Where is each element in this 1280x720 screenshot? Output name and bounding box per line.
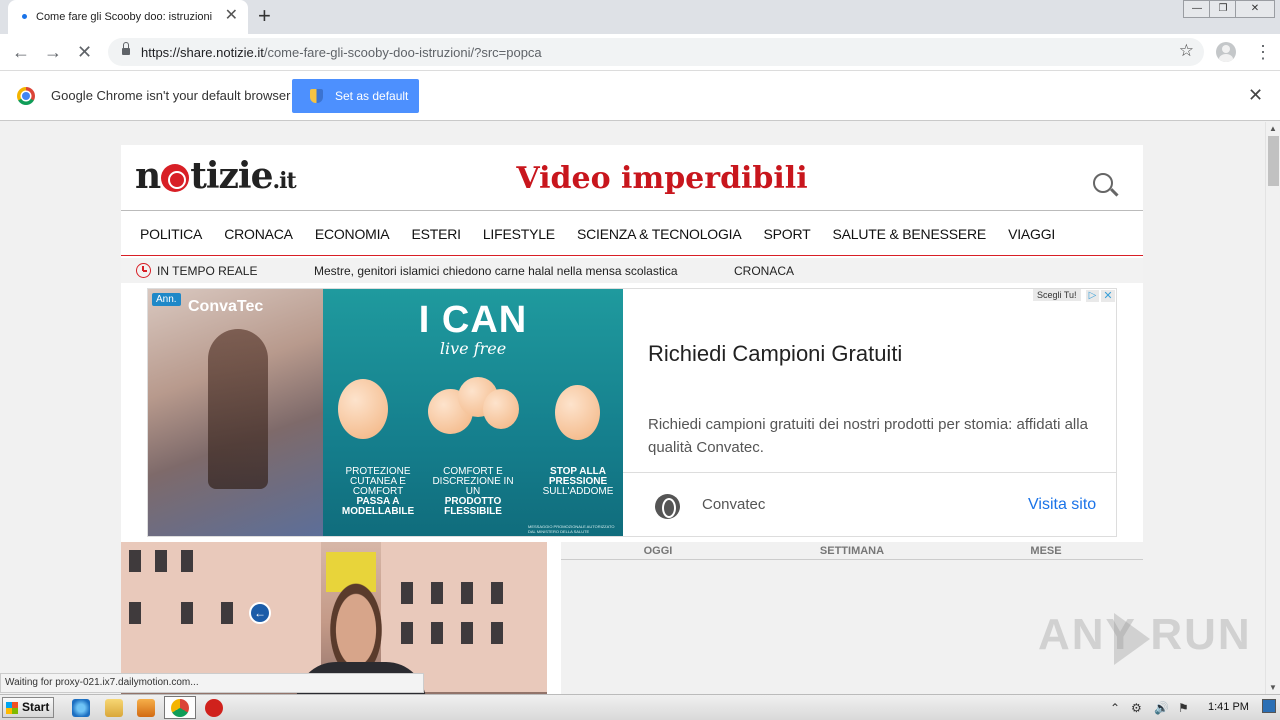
watermark-play-icon — [1114, 613, 1150, 665]
new-tab-button[interactable]: + — [258, 4, 271, 28]
ad-title[interactable]: Richiedi Campioni Gratuiti — [648, 341, 902, 367]
nav-item-economia[interactable]: ECONOMIA — [315, 226, 390, 242]
bookmark-star-icon[interactable]: ☆ — [1179, 41, 1194, 61]
nav-item-sport[interactable]: SPORT — [764, 226, 811, 242]
taskbar-clock[interactable]: 1:41 PM — [1208, 701, 1249, 713]
page-scrollbar[interactable]: ▲ ▼ — [1265, 122, 1280, 694]
tab-close-icon[interactable]: ✕ — [225, 8, 238, 24]
start-label: Start — [22, 700, 50, 714]
globe-icon — [655, 494, 680, 519]
ad-choice-label[interactable]: Scegli Tu! — [1033, 289, 1081, 301]
forward-button[interactable]: → — [44, 40, 62, 64]
display-ad[interactable]: I CAN live free PROTEZIONE CUTANEA E COM… — [147, 288, 1117, 537]
ad-fine-print: MESSAGGIO PROMOZIONALE AUTORIZZATO DAL M… — [528, 524, 615, 534]
internet-explorer-icon[interactable] — [72, 699, 90, 717]
show-desktop-button[interactable] — [1262, 699, 1276, 713]
page-headline: Video imperdibili — [516, 161, 808, 196]
ad-banner-creative: I CAN live free PROTEZIONE CUTANEA E COM… — [323, 289, 623, 536]
infobar-close-icon[interactable]: ✕ — [1248, 85, 1263, 105]
convatec-logo: ConvaTec — [188, 298, 264, 315]
clock-icon — [136, 263, 151, 278]
nav-item-lifestyle[interactable]: LIFESTYLE — [483, 226, 555, 242]
ad-badge: Ann. — [152, 293, 181, 306]
profile-avatar-icon[interactable] — [1216, 42, 1236, 62]
url-text: https://share.notizie.it/come-fare-gli-s… — [141, 45, 542, 60]
tab-title: Come fare gli Scooby doo: istruzioni — [36, 11, 213, 23]
browser-toolbar: ← → ✕ https://share.notizie.it/come-fare… — [0, 34, 1280, 71]
status-bubble: Waiting for proxy-021.ix7.dailymotion.co… — [0, 673, 424, 693]
uac-shield-icon — [310, 89, 323, 103]
stop-loading-button[interactable]: ✕ — [77, 40, 92, 64]
address-bar[interactable]: https://share.notizie.it/come-fare-gli-s… — [108, 38, 1204, 66]
ad-woman-figure — [208, 329, 268, 489]
nav-item-cronaca[interactable]: CRONACA — [224, 226, 293, 242]
ad-advertiser: Convatec — [702, 496, 766, 513]
ad-description: Richiedi campioni gratuiti dei nostri pr… — [648, 416, 1088, 456]
ticker-headline-link[interactable]: Mestre, genitori islamici chiedono carne… — [314, 264, 678, 278]
video-player[interactable]: ← — [121, 542, 547, 694]
scroll-thumb[interactable] — [1268, 136, 1279, 186]
ticker-label: IN TEMPO REALE — [157, 264, 258, 278]
infobar-message: Google Chrome isn't your default browser — [51, 88, 291, 103]
chrome-icon — [171, 699, 189, 717]
scroll-down-arrow-icon[interactable]: ▼ — [1269, 683, 1277, 692]
site-container: n tizie.it Video imperdibili POLITICA CRO… — [121, 145, 1143, 694]
minimize-button[interactable]: — — [1183, 0, 1211, 18]
volume-icon[interactable]: 🔊 — [1154, 701, 1169, 715]
tab-strip: Come fare gli Scooby doo: istruzioni ✕ +… — [0, 0, 1280, 34]
page-viewport: n tizie.it Video imperdibili POLITICA CRO… — [0, 122, 1265, 694]
ad-caption-1: PROTEZIONE CUTANEA E COMFORT PASSA A MODE… — [341, 466, 415, 517]
ad-photo-yoga — [148, 289, 323, 536]
ad-slogan: I CAN — [418, 299, 528, 341]
windows-taskbar: Start ⌃ ⚙ 🔊 ⚑ 1:41 PM — [0, 694, 1280, 720]
period-tabs: OGGI SETTIMANA MESE — [561, 542, 1143, 560]
restore-button[interactable]: ❐ — [1209, 0, 1237, 18]
main-navigation: POLITICA CRONACA ECONOMIA ESTERI LIFESTY… — [121, 212, 1143, 256]
ad-divider — [623, 472, 1116, 473]
security-app-icon[interactable] — [205, 699, 223, 717]
nav-item-esteri[interactable]: ESTERI — [411, 226, 461, 242]
nav-item-scienza-tecnologia[interactable]: SCIENZA & TECNOLOGIA — [577, 226, 742, 242]
traffic-arrow-sign: ← — [249, 602, 271, 624]
nav-item-politica[interactable]: POLITICA — [140, 226, 202, 242]
tab-mese[interactable]: MESE — [949, 542, 1143, 559]
ad-caption-2: COMFORT E DISCREZIONE IN UN PRODOTTO FLES… — [432, 466, 514, 517]
file-explorer-icon[interactable] — [105, 699, 123, 717]
chrome-logo-icon — [17, 87, 35, 105]
nav-item-salute-benessere[interactable]: SALUTE & BENESSERE — [833, 226, 987, 242]
ad-close-icon[interactable]: ✕ — [1101, 290, 1115, 302]
media-player-icon[interactable] — [137, 699, 155, 717]
action-center-flag-icon[interactable]: ⚑ — [1178, 701, 1189, 715]
product-pouch-icon — [483, 389, 519, 429]
tray-expand-icon[interactable]: ⌃ — [1110, 701, 1120, 715]
back-button[interactable]: ← — [12, 40, 30, 64]
set-as-default-label: Set as default — [335, 89, 409, 103]
tab-oggi[interactable]: OGGI — [561, 542, 755, 559]
search-icon[interactable] — [1093, 173, 1113, 193]
set-as-default-button[interactable]: Set as default — [292, 79, 419, 113]
ticker-category-link[interactable]: CRONACA — [734, 264, 794, 278]
browser-tab[interactable]: Come fare gli Scooby doo: istruzioni ✕ — [8, 0, 248, 34]
windows-logo-icon — [6, 702, 18, 714]
close-window-button[interactable]: ✕ — [1235, 0, 1275, 18]
ad-caption-3: STOP ALLA PRESSIONE SULL'ADDOME — [542, 466, 614, 497]
lock-icon[interactable] — [122, 42, 130, 56]
product-flange-icon — [555, 385, 600, 440]
site-header: n tizie.it Video imperdibili — [121, 145, 1143, 211]
tab-settimana[interactable]: SETTIMANA — [755, 542, 949, 559]
adchoices-icon[interactable]: ▷ — [1086, 290, 1099, 302]
default-browser-infobar: Google Chrome isn't your default browser… — [0, 71, 1280, 121]
nav-item-viaggi[interactable]: VIAGGI — [1008, 226, 1055, 242]
ad-slogan-script: live free — [439, 339, 507, 358]
product-pouch-icon — [338, 379, 388, 439]
loading-favicon-icon — [22, 14, 27, 19]
visit-site-link[interactable]: Visita sito — [1028, 496, 1096, 514]
scroll-up-arrow-icon[interactable]: ▲ — [1269, 124, 1277, 133]
chrome-menu-icon[interactable]: ⋮ — [1254, 40, 1272, 64]
start-button[interactable]: Start — [2, 697, 54, 718]
news-ticker: IN TEMPO REALE Mestre, genitori islamici… — [121, 258, 1143, 283]
network-icon[interactable]: ⚙ — [1131, 701, 1142, 715]
